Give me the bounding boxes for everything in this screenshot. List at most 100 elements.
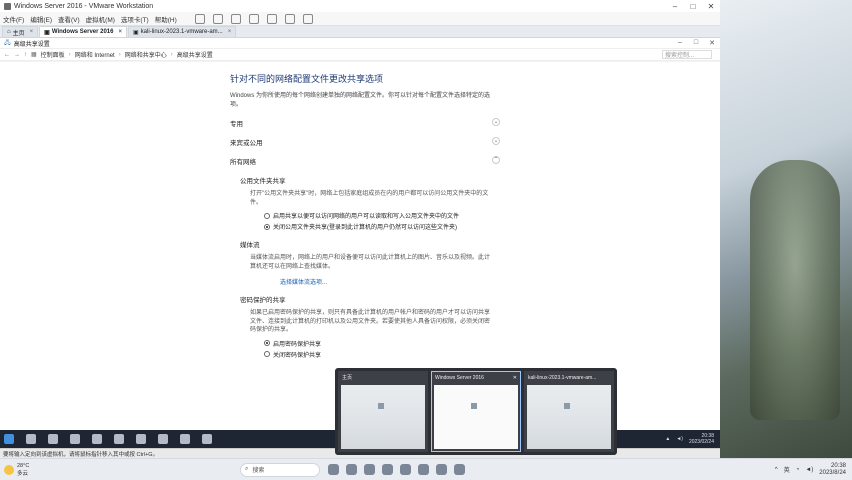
temperature: 28°C: [17, 462, 30, 469]
network-status-icon[interactable]: ▲: [665, 436, 670, 442]
thumbnail-kali[interactable]: kali-linux-2023.1-vmware-am...: [524, 371, 614, 452]
app-icon[interactable]: [436, 464, 447, 475]
app-icon[interactable]: [418, 464, 429, 475]
radio-button[interactable]: [264, 340, 270, 346]
powershell-icon[interactable]: [136, 434, 146, 444]
profile-all-networks[interactable]: 所有网络 ⌃: [230, 156, 500, 166]
chevron-up-icon[interactable]: ^: [775, 467, 778, 473]
minimize-icon[interactable]: –: [666, 2, 684, 11]
radio-label: 关闭密码保护共享: [273, 352, 322, 359]
menu-tabs[interactable]: 选项卡(T): [121, 14, 149, 24]
section-title: 公用文件夹共享: [240, 178, 286, 185]
app-icon[interactable]: [346, 464, 357, 475]
thumbnail-title: kali-linux-2023.1-vmware-am...: [528, 374, 597, 381]
thumbnail-image: [434, 385, 518, 449]
sharing-settings: 针对不同的网络配置文件更改共享选项 Windows 为你所使用的每个网络创建单独…: [230, 72, 500, 365]
close-icon[interactable]: ✕: [704, 39, 720, 47]
section-title: 媒体流: [240, 242, 260, 249]
control-panel-icon[interactable]: [158, 434, 168, 444]
windows-start-icon[interactable]: [4, 434, 14, 444]
close-tab-icon[interactable]: ×: [228, 29, 232, 35]
profile-label: 所有网络: [230, 159, 256, 166]
host-clock[interactable]: 20:38 2023/8/24: [819, 463, 846, 477]
section-description: 打开"公用文件夹共享"时，网络上包括家庭组成员在内的用户都可以访问公用文件夹中的…: [250, 191, 489, 206]
wifi-icon[interactable]: ◔: [796, 467, 800, 473]
breadcrumb-advanced-sharing[interactable]: 高级共享设置: [177, 50, 213, 59]
tab-home[interactable]: ⌂ 主页 ×: [2, 26, 39, 37]
profile-private[interactable]: 专用 ⌄: [230, 118, 500, 128]
close-icon[interactable]: ✕: [513, 375, 520, 381]
maximize-icon[interactable]: □: [688, 39, 704, 47]
thumbnail-home[interactable]: 主页: [338, 371, 428, 452]
close-tab-icon[interactable]: ×: [118, 29, 122, 35]
vmware-tabbar: ⌂ 主页 × ▣ Windows Server 2016 × ▣ kali-li…: [0, 26, 720, 38]
radio-button[interactable]: [264, 351, 270, 357]
fullscreen-icon[interactable]: [284, 13, 295, 24]
host-search-box[interactable]: ⌕ 搜索: [240, 462, 320, 477]
snapshot-icon[interactable]: [230, 13, 241, 24]
ime-indicator[interactable]: 英: [784, 465, 790, 474]
chevron-down-icon[interactable]: ⌄: [492, 118, 500, 126]
breadcrumb-network-sharing[interactable]: 网络和共享中心: [125, 50, 167, 59]
send-ctrl-alt-del-icon[interactable]: [212, 13, 223, 24]
radio-enable-public-sharing[interactable]: 启用共享以便可以访问网络的用户可以读取和写入公用文件夹中的文件: [264, 211, 500, 220]
media-streaming-link[interactable]: 选择媒体流选项...: [280, 277, 500, 286]
radio-enable-password-sharing[interactable]: 启用密码保护共享: [264, 339, 500, 348]
volume-icon[interactable]: ◄): [805, 467, 813, 473]
close-tab-icon[interactable]: ×: [30, 29, 34, 35]
snapshot-manager-icon[interactable]: [266, 13, 277, 24]
section-description: 当媒体流启用时，网络上的用户和设备便可以访问此计算机上的图片、音乐以及视频。此计…: [250, 255, 491, 270]
vmware-toolbar: [194, 13, 313, 24]
menu-file[interactable]: 文件(F): [3, 14, 24, 24]
search-input[interactable]: 搜索控制...: [662, 50, 712, 59]
server-manager-icon[interactable]: [114, 434, 124, 444]
up-icon[interactable]: ↑: [24, 52, 27, 58]
tab-label: 主页: [12, 30, 25, 37]
menu-view[interactable]: 查看(V): [58, 14, 80, 24]
radio-button[interactable]: [264, 212, 270, 219]
revert-snapshot-icon[interactable]: [248, 13, 259, 24]
chevron-up-icon[interactable]: ⌃: [492, 156, 500, 164]
breadcrumb-control-panel[interactable]: 控制面板: [41, 50, 65, 59]
search-icon: ⌕: [245, 466, 249, 472]
app-icon[interactable]: [328, 464, 339, 475]
app-icon[interactable]: [454, 464, 465, 475]
menu-help[interactable]: 帮助(H): [155, 14, 177, 24]
app-icon[interactable]: [364, 464, 375, 475]
file-explorer-icon[interactable]: [92, 434, 102, 444]
forward-icon[interactable]: →: [14, 52, 20, 58]
host-taskbar: 28°C 多云 ⌕ 搜索 ^ 英 ◔ ◄) 20:38 2023/8/24: [0, 458, 852, 480]
close-icon[interactable]: ✕: [702, 2, 720, 11]
unity-icon[interactable]: [302, 13, 313, 24]
thumbnail-windows-server[interactable]: Windows Server 2016 ✕: [431, 371, 521, 452]
network-window-icon[interactable]: [180, 434, 190, 444]
tab-windows-server[interactable]: ▣ Windows Server 2016 ×: [39, 26, 127, 37]
settings-icon[interactable]: [202, 434, 212, 444]
task-view-icon[interactable]: [48, 434, 58, 444]
watermark-subtitle: 转到"设置"以激活 Windows。: [618, 396, 697, 402]
background-plant: [750, 160, 840, 420]
radio-disable-public-sharing[interactable]: 关闭公用文件夹共享(登录到此计算机的用户仍然可以访问这些文件夹): [264, 222, 500, 231]
breadcrumb-network-internet[interactable]: 网络和 Internet: [75, 50, 115, 59]
maximize-icon[interactable]: □: [684, 2, 702, 11]
tab-kali[interactable]: ▣ kali-linux-2023.1-vmware-am... ×: [127, 26, 237, 37]
section-title: 密码保护的共享: [240, 297, 286, 304]
weather-widget[interactable]: 28°C 多云: [0, 463, 90, 477]
pause-icon[interactable]: [194, 13, 205, 24]
menu-vm[interactable]: 虚拟机(M): [86, 14, 115, 24]
ie-icon[interactable]: [70, 434, 80, 444]
profile-guest-public[interactable]: 来宾或公用 ⌄: [230, 137, 500, 147]
radio-button[interactable]: [264, 223, 270, 230]
desktop-background: [720, 0, 852, 458]
minimize-icon[interactable]: –: [672, 39, 688, 47]
search-icon[interactable]: [26, 434, 36, 444]
guest-clock[interactable]: 20:38 2023/02/24: [689, 433, 714, 445]
app-icon[interactable]: [400, 464, 411, 475]
explorer-title: 高级共享设置: [13, 41, 50, 48]
chevron-down-icon[interactable]: ⌄: [492, 137, 500, 145]
app-icon[interactable]: [382, 464, 393, 475]
radio-disable-password-sharing[interactable]: 关闭密码保护共享: [264, 350, 500, 359]
menu-edit[interactable]: 编辑(E): [30, 14, 52, 24]
back-icon[interactable]: ←: [4, 52, 10, 58]
volume-icon[interactable]: ◄): [676, 436, 683, 442]
